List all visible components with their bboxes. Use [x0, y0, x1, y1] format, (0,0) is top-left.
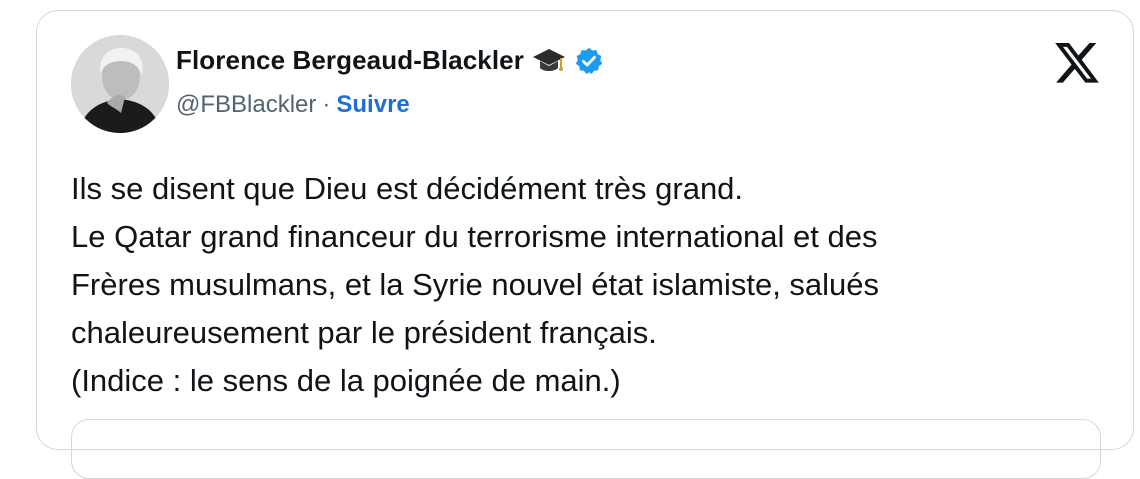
x-logo-icon[interactable]	[1055, 43, 1099, 83]
tweet-line: Frères musulmans, et la Syrie nouvel éta…	[71, 267, 880, 302]
tweet-line: chaleureusement par le président françai…	[71, 315, 657, 350]
tweet-line: Ils se disent que Dieu est décidément tr…	[71, 171, 744, 206]
tweet-line: (Indice : le sens de la poignée de main.…	[71, 363, 621, 398]
tweet-text: Ils se disent que Dieu est décidément tr…	[71, 165, 1111, 405]
tweet-card: Florence Bergeaud-Blackler @FBBlackler ·…	[36, 10, 1134, 479]
follow-button[interactable]: Suivre	[336, 91, 409, 119]
avatar[interactable]	[71, 35, 169, 133]
graduation-cap-icon	[532, 48, 565, 71]
author-handle[interactable]: @FBBlackler	[176, 91, 316, 119]
author-display-name[interactable]: Florence Bergeaud-Blackler	[176, 45, 524, 76]
author-handle-row: @FBBlackler · Suivre	[176, 91, 410, 119]
tweet-line: Le Qatar grand financeur du terrorisme i…	[71, 219, 878, 254]
verified-badge-icon	[575, 47, 603, 74]
avatar-photo-icon	[71, 35, 169, 133]
author-name-row: Florence Bergeaud-Blackler	[176, 45, 604, 76]
media-embed[interactable]	[71, 419, 1101, 479]
handle-separator: ·	[322, 91, 331, 118]
